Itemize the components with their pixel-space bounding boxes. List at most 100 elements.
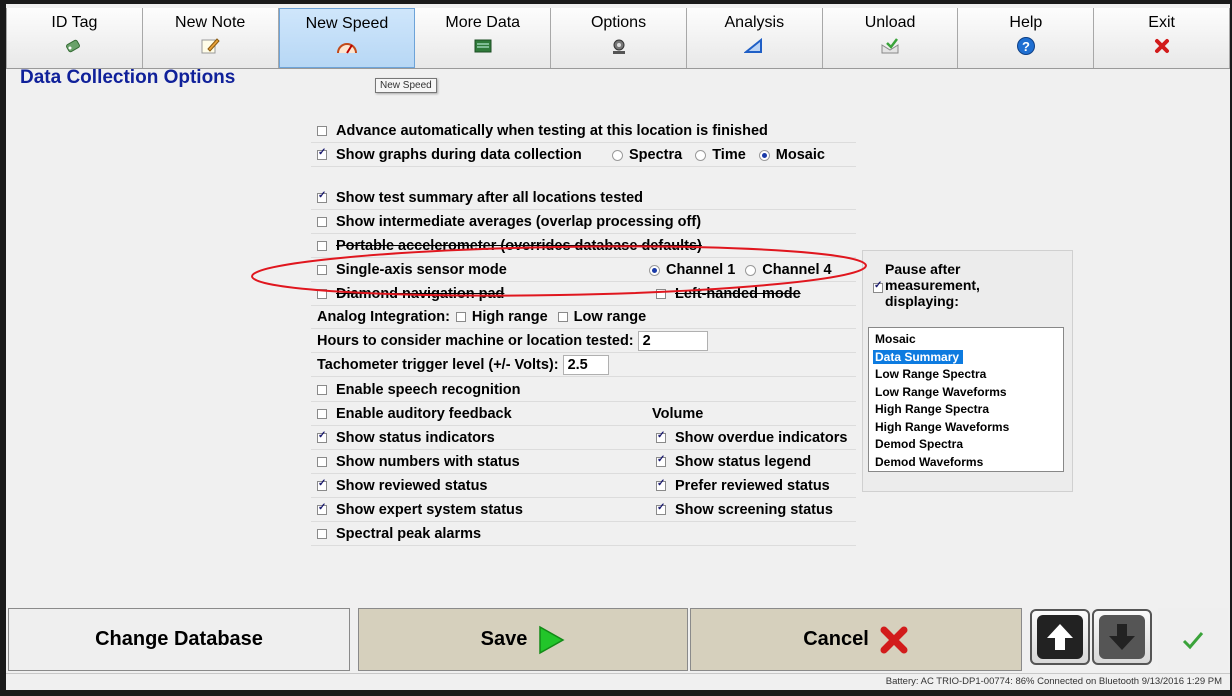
checkbox[interactable]: [656, 502, 666, 515]
option-status-legend[interactable]: Show status legend: [650, 454, 811, 470]
checkbox-low-range[interactable]: [557, 312, 568, 322]
checkbox[interactable]: [317, 190, 327, 203]
list-item[interactable]: Data Summary: [869, 349, 1063, 367]
option-tach-trigger: Tachometer trigger level (+/- Volts): 2.…: [311, 354, 856, 377]
checkbox[interactable]: [317, 147, 327, 160]
confirm-button[interactable]: [1158, 608, 1228, 671]
checkbox[interactable]: [317, 456, 327, 467]
radio-spectra[interactable]: [612, 149, 623, 161]
radio-mosaic[interactable]: [758, 149, 770, 161]
button-label: Save: [480, 628, 528, 650]
option-label: Left-handed mode: [675, 286, 801, 302]
radio-time[interactable]: [695, 149, 707, 161]
option-speech[interactable]: Enable speech recognition: [311, 378, 856, 402]
options-icon: [608, 36, 630, 56]
cancel-button[interactable]: Cancel: [690, 608, 1022, 671]
status-text: Battery: AC TRIO-DP1-00774: 86% Connecte…: [885, 676, 1222, 687]
radio-channel-1[interactable]: [649, 264, 660, 276]
option-label: Show screening status: [675, 502, 833, 518]
pause-checkbox[interactable]: [873, 280, 883, 293]
toolbar-label: Exit: [1148, 14, 1175, 31]
hours-input[interactable]: 2: [637, 331, 708, 351]
radio-channel-4[interactable]: [745, 264, 757, 276]
checkbox[interactable]: [656, 430, 666, 443]
toolbar-help-button[interactable]: Help ?: [958, 8, 1095, 68]
toolbar-options-button[interactable]: Options: [551, 8, 687, 68]
option-label: Prefer reviewed status: [675, 478, 830, 494]
scroll-up-button[interactable]: [1030, 609, 1090, 665]
checkbox[interactable]: [656, 289, 666, 299]
list-item[interactable]: Low Range Spectra: [869, 366, 1063, 384]
checkmark-icon: [1182, 631, 1204, 649]
option-overdue-indicators[interactable]: Show overdue indicators: [650, 430, 847, 446]
checkbox-high-range[interactable]: [455, 312, 466, 322]
toolbar-label: New Speed: [305, 15, 389, 32]
checkbox[interactable]: [317, 384, 327, 395]
option-spectral-peak[interactable]: Spectral peak alarms: [311, 522, 856, 546]
toolbar-new-speed-button[interactable]: New Speed: [278, 8, 416, 68]
radio-label: Channel 4: [762, 262, 832, 278]
list-item[interactable]: Demod Spectra: [869, 436, 1063, 454]
toolbar-label: ID Tag: [51, 14, 98, 31]
checkbox[interactable]: [317, 125, 327, 136]
option-label: Show reviewed status: [336, 477, 488, 494]
pause-display-listbox[interactable]: Mosaic Data Summary Low Range Spectra Lo…: [868, 327, 1064, 472]
option-auditory[interactable]: Enable auditory feedback: [311, 402, 856, 426]
svg-text:?: ?: [1022, 39, 1030, 54]
toolbar-unload-button[interactable]: Unload: [823, 8, 959, 68]
help-icon: ?: [1015, 36, 1037, 56]
checkbox[interactable]: [656, 478, 666, 491]
option-analog-integration: Analog Integration: High range Low range: [311, 306, 856, 329]
option-label: Show expert system status: [336, 501, 523, 518]
option-label: Spectral peak alarms: [336, 525, 482, 542]
list-item[interactable]: High Range Waveforms: [869, 419, 1063, 437]
toolbar-new-note-button[interactable]: New Note: [143, 8, 279, 68]
list-item[interactable]: Demod Waveforms: [869, 454, 1063, 472]
tach-trigger-input[interactable]: 2.5: [562, 355, 609, 375]
speedometer-icon: [336, 37, 358, 57]
list-item[interactable]: Low Range Waveforms: [869, 384, 1063, 402]
checkbox[interactable]: [317, 240, 327, 251]
checkbox[interactable]: [317, 502, 327, 515]
app-window: ID Tag New Note New Speed More Data Opti…: [6, 4, 1230, 690]
checkbox[interactable]: [317, 288, 327, 299]
option-left-handed[interactable]: Left-handed mode: [650, 286, 801, 302]
option-portable-accelerometer[interactable]: Portable accelerometer (overrides databa…: [311, 234, 856, 258]
triangle-icon: [743, 36, 765, 56]
checkbox[interactable]: [317, 408, 327, 419]
option-advance-auto[interactable]: Advance automatically when testing at th…: [311, 119, 856, 143]
toolbar-exit-button[interactable]: Exit: [1094, 8, 1230, 68]
more-data-icon: [472, 36, 494, 56]
toolbar-label: Options: [590, 14, 647, 31]
checkbox[interactable]: [317, 528, 327, 539]
list-item[interactable]: High Range Spectra: [869, 401, 1063, 419]
radio-label: Time: [712, 147, 746, 163]
radio-label: Mosaic: [775, 147, 825, 163]
option-screening-status[interactable]: Show screening status: [650, 502, 833, 518]
toolbar-more-data-button[interactable]: More Data: [415, 8, 552, 68]
save-button[interactable]: Save: [358, 608, 688, 671]
option-intermediate-averages[interactable]: Show intermediate averages (overlap proc…: [311, 210, 856, 234]
graph-mode-group: Spectra Time Mosaic: [612, 147, 825, 163]
option-label: Show numbers with status: [336, 453, 520, 470]
scroll-down-button[interactable]: [1092, 609, 1152, 665]
radio-label: Spectra: [629, 147, 683, 163]
checkbox[interactable]: [317, 478, 327, 491]
top-toolbar: ID Tag New Note New Speed More Data Opti…: [6, 8, 1230, 69]
option-label: Analog Integration:: [317, 309, 450, 325]
close-icon: [1151, 36, 1173, 56]
option-test-summary[interactable]: Show test summary after all locations te…: [311, 186, 856, 210]
checkbox[interactable]: [317, 264, 327, 275]
change-database-button[interactable]: Change Database: [8, 608, 350, 671]
page-title: Data Collection Options: [20, 67, 236, 88]
option-label: Hours to consider machine or location te…: [317, 333, 634, 349]
option-prefer-reviewed[interactable]: Prefer reviewed status: [650, 478, 830, 494]
toolbar-id-tag-button[interactable]: ID Tag: [6, 8, 143, 68]
list-item[interactable]: Mosaic: [869, 331, 1063, 349]
checkbox[interactable]: [656, 454, 666, 467]
radio-label: Channel 1: [666, 262, 736, 278]
toolbar-analysis-button[interactable]: Analysis: [687, 8, 823, 68]
checkbox[interactable]: [317, 216, 327, 227]
toolbar-label: More Data: [445, 14, 521, 31]
checkbox[interactable]: [317, 430, 327, 443]
